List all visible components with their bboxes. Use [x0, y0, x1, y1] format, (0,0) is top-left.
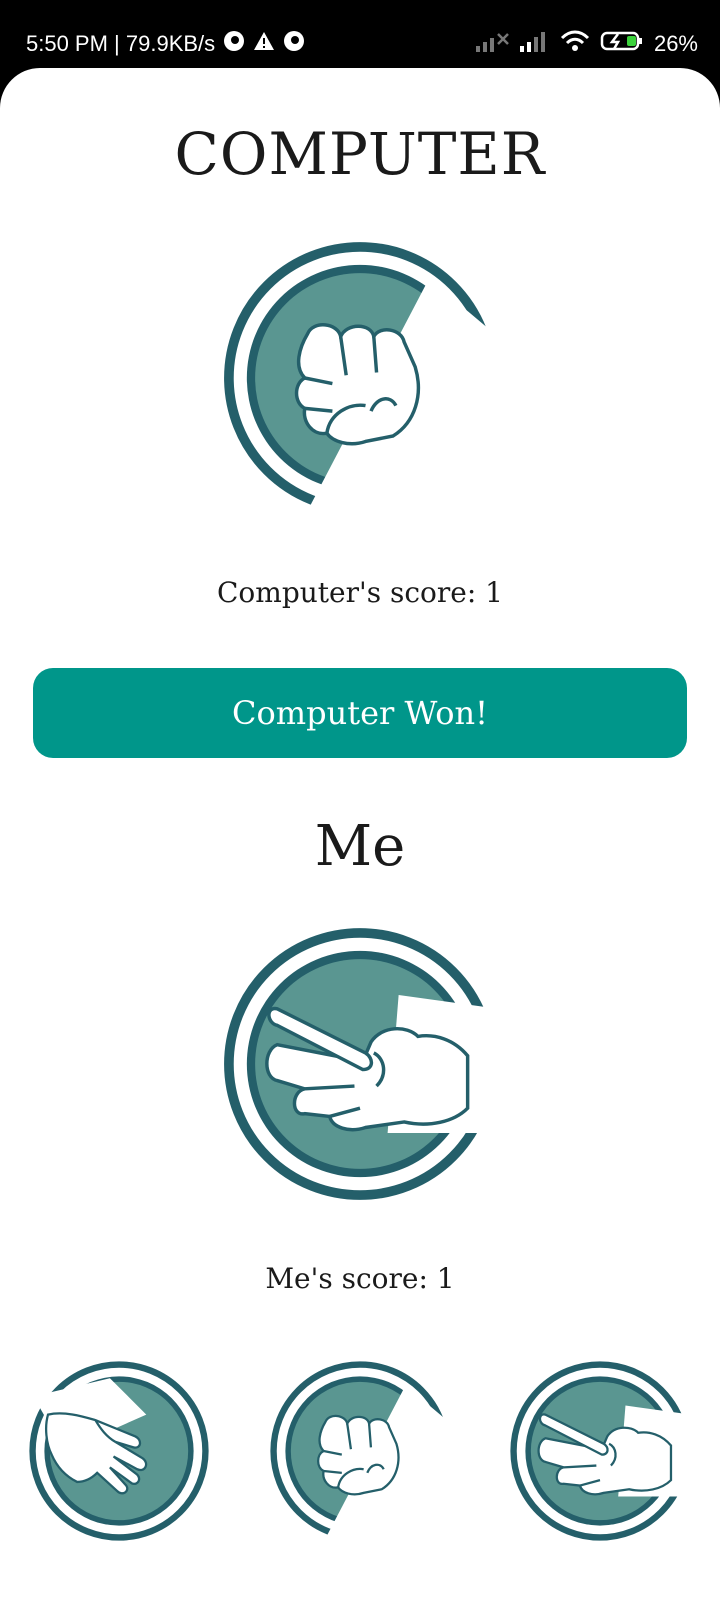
app-icon — [223, 30, 245, 58]
clock-and-speed: 5:50 PM | 79.9KB/s — [26, 31, 216, 56]
warning-icon — [253, 31, 275, 57]
result-button[interactable]: Computer Won! — [33, 668, 687, 758]
choose-scissors-button[interactable] — [509, 1360, 691, 1542]
choose-rock-button[interactable] — [269, 1360, 451, 1542]
my-choice-scissors-icon — [222, 926, 498, 1202]
status-left: 5:50 PM | 79.9KB/s — [26, 30, 305, 58]
status-bar: 5:50 PM | 79.9KB/s 26% — [0, 0, 720, 70]
battery-percent: 26% — [653, 31, 698, 56]
status-right: 26% — [475, 30, 698, 58]
battery-charging-icon — [600, 30, 644, 58]
app-icon — [283, 30, 305, 58]
me-title: Me — [314, 814, 406, 879]
signal-icon — [475, 30, 510, 58]
computer-choice-rock-icon — [222, 240, 498, 516]
signal-icon — [519, 30, 550, 58]
choose-paper-button[interactable] — [28, 1360, 210, 1542]
computer-score: Computer's score: 1 — [217, 576, 503, 609]
my-score: Me's score: 1 — [265, 1262, 455, 1295]
wifi-icon — [560, 30, 590, 58]
game-screen: COMPUTER Computer's score: 1 Computer Wo… — [0, 68, 720, 1600]
computer-title: COMPUTER — [174, 120, 546, 188]
